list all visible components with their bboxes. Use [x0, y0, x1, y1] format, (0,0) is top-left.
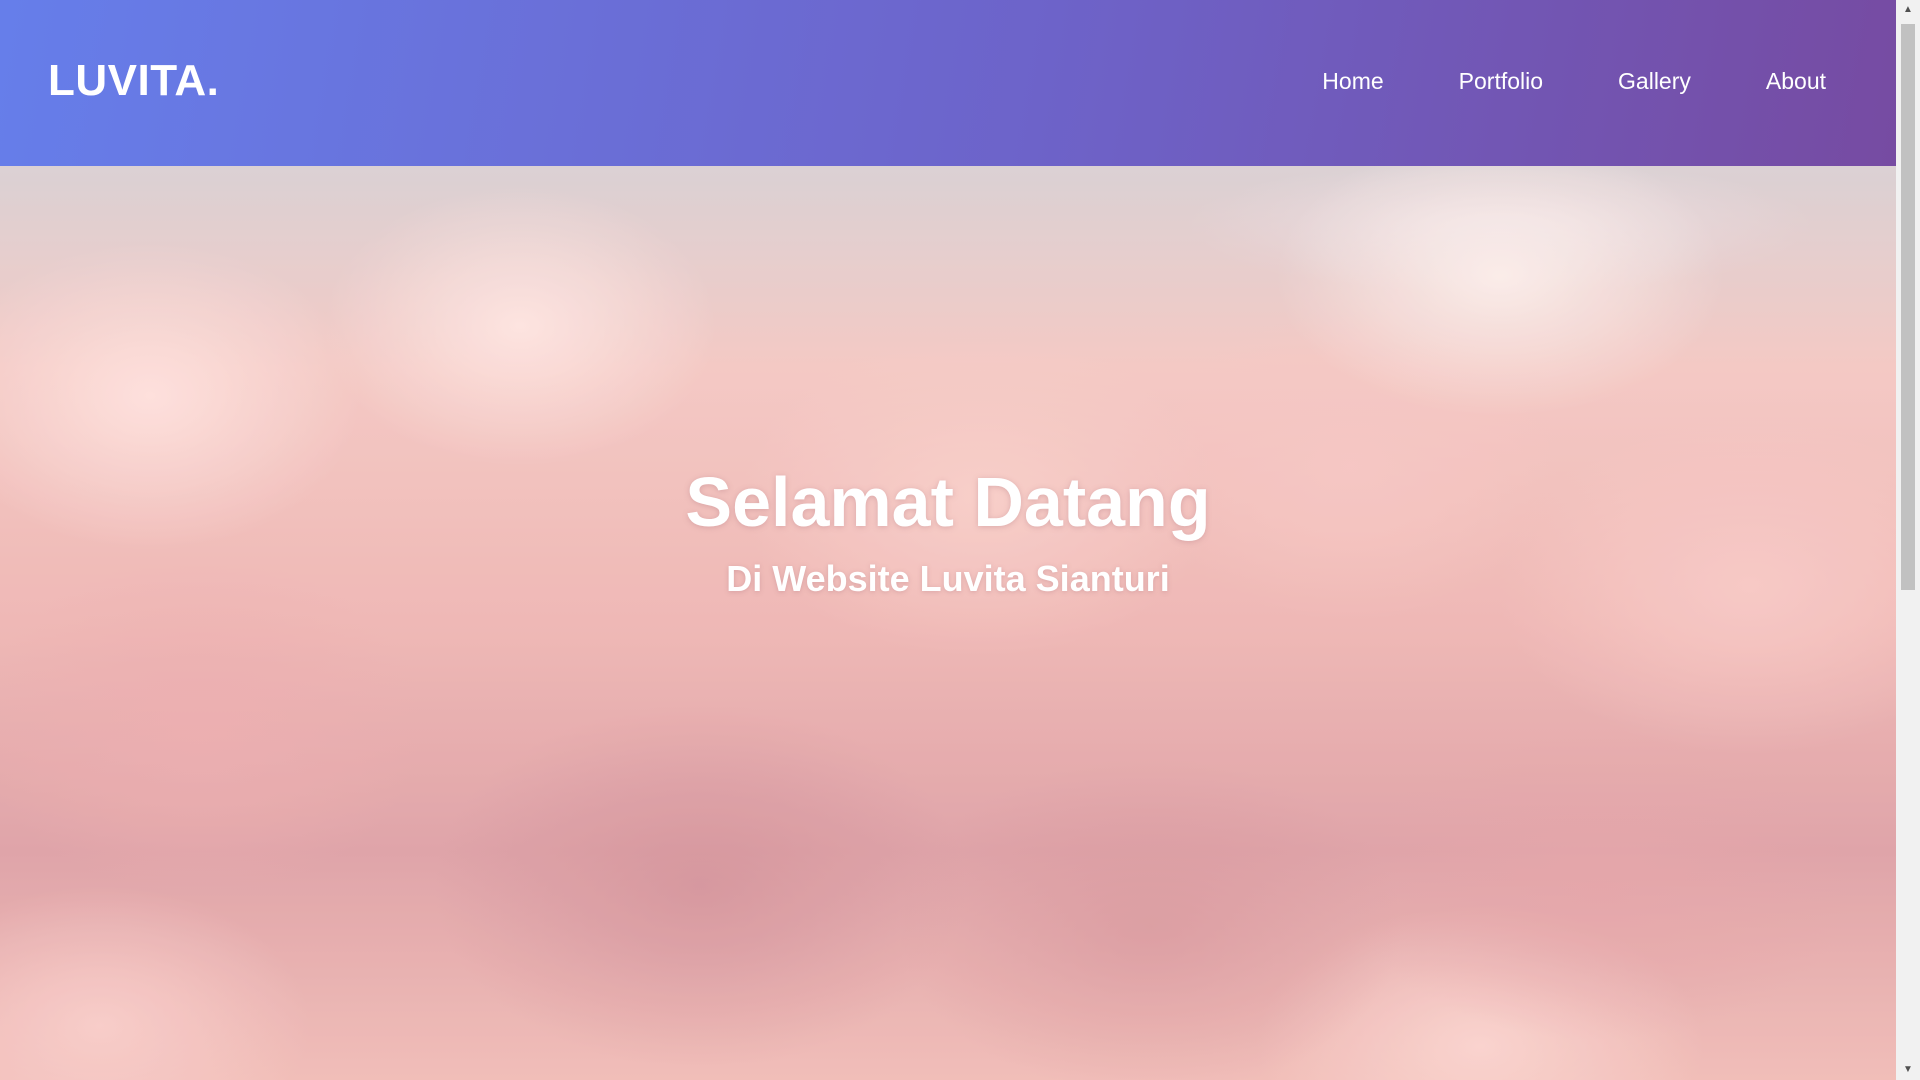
- hero-section: Selamat Datang Di Website Luvita Siantur…: [0, 166, 1896, 1080]
- scroll-up-icon[interactable]: ▲: [1896, 0, 1920, 20]
- page: LUVITA. Home Portfolio Gallery About Sel…: [0, 0, 1896, 1080]
- hero-subtitle: Di Website Luvita Sianturi: [726, 558, 1170, 599]
- main-nav: Home Portfolio Gallery About: [1247, 68, 1826, 95]
- scroll-down-icon[interactable]: ▼: [1896, 1060, 1920, 1080]
- hero-title: Selamat Datang: [685, 463, 1211, 541]
- nav-link-home[interactable]: Home: [1322, 68, 1383, 95]
- nav-link-portfolio[interactable]: Portfolio: [1459, 68, 1543, 95]
- browser-viewport: LUVITA. Home Portfolio Gallery About Sel…: [0, 0, 1920, 1080]
- vertical-scrollbar[interactable]: ▲ ▼: [1896, 0, 1920, 1080]
- site-logo[interactable]: LUVITA.: [48, 56, 219, 106]
- hero-background-clouds: [0, 166, 1896, 1080]
- nav-link-about[interactable]: About: [1766, 68, 1826, 95]
- scrollbar-thumb[interactable]: [1901, 24, 1915, 590]
- nav-link-gallery[interactable]: Gallery: [1618, 68, 1691, 95]
- site-header: LUVITA. Home Portfolio Gallery About: [0, 0, 1896, 166]
